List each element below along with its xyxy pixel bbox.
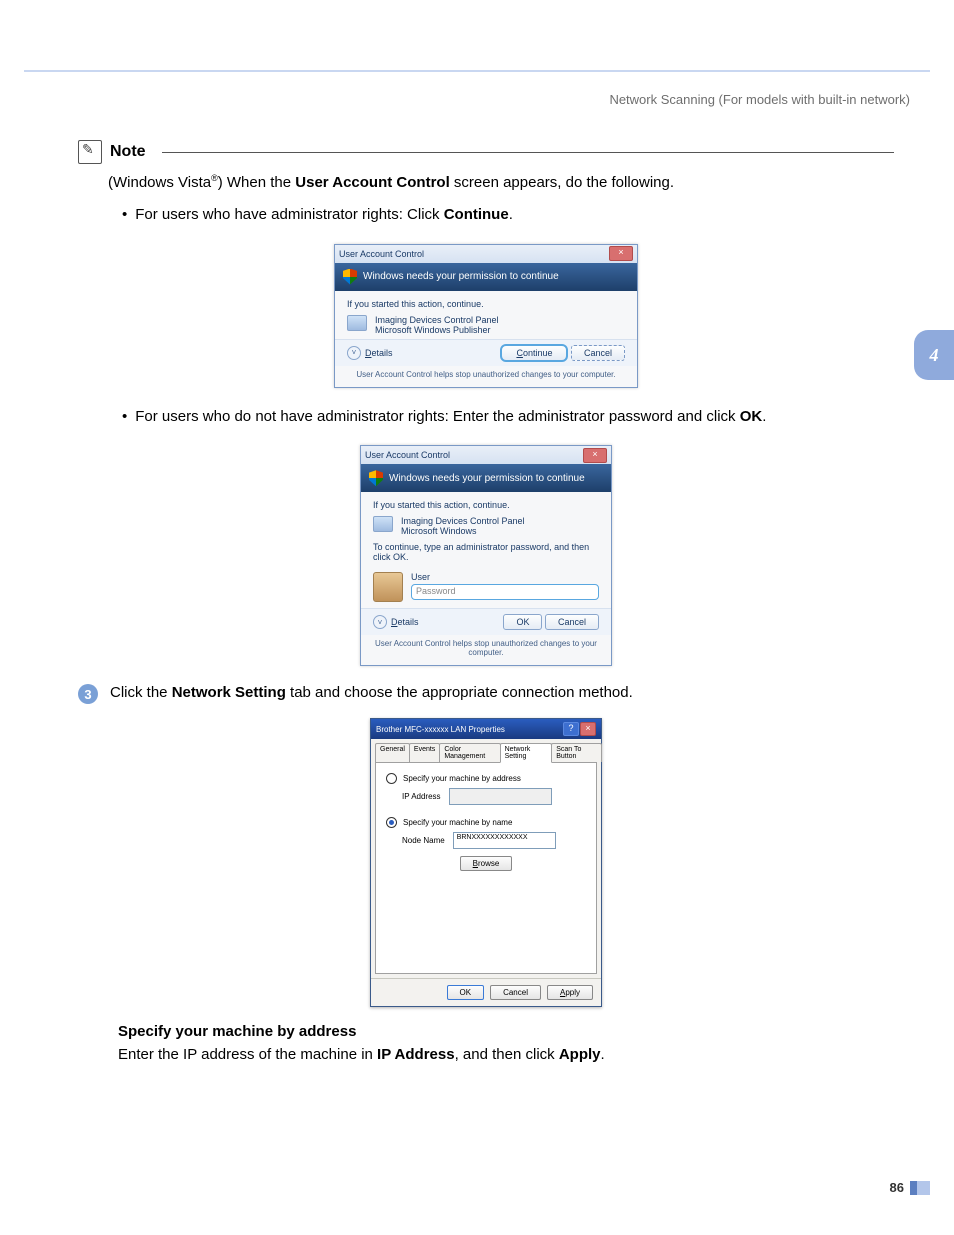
program-icon	[347, 315, 367, 331]
ip-address-field[interactable]	[449, 788, 552, 805]
help-icon[interactable]: ?	[563, 722, 579, 736]
page-header: Network Scanning (For models with built-…	[609, 92, 910, 107]
tab-events[interactable]: Events	[409, 743, 440, 762]
uac-publisher: Microsoft Windows Publisher	[375, 325, 499, 335]
close-icon[interactable]: ×	[609, 246, 633, 261]
props-title-text: Brother MFC-xxxxxx LAN Properties	[376, 725, 505, 734]
shield-icon	[343, 269, 357, 285]
uac-publisher: Microsoft Windows	[401, 526, 525, 536]
bullet-dot	[122, 204, 127, 226]
note-intro: (Windows Vista®) When the User Account C…	[108, 172, 894, 194]
uac-title: User Account Control	[365, 450, 450, 460]
uac-footnote: User Account Control helps stop unauthor…	[361, 635, 611, 665]
tab-general[interactable]: General	[375, 743, 410, 762]
node-name-label: Node Name	[402, 836, 445, 845]
section-heading: Specify your machine by address	[118, 1023, 894, 1040]
uac-footnote: User Account Control helps stop unauthor…	[335, 366, 637, 387]
note-icon	[78, 140, 102, 164]
radio-by-address-label: Specify your machine by address	[403, 774, 521, 783]
cancel-button[interactable]: Cancel	[545, 614, 599, 630]
ok-button[interactable]: OK	[447, 985, 485, 1000]
tab-network-setting[interactable]: Network Setting	[500, 743, 553, 763]
uac-program-name: Imaging Devices Control Panel	[375, 315, 499, 325]
details-toggle[interactable]: ˅ Details	[347, 346, 393, 360]
uac-dialog-admin: User Account Control × Windows needs you…	[334, 244, 638, 388]
top-divider	[24, 70, 930, 72]
step-number-bullet: 3	[78, 684, 98, 704]
cancel-button[interactable]: Cancel	[571, 345, 625, 361]
radio-by-name[interactable]	[386, 817, 397, 828]
tab-color-management[interactable]: Color Management	[439, 743, 500, 762]
close-icon[interactable]: ×	[580, 722, 596, 736]
note-label: Note	[110, 143, 146, 161]
browse-button[interactable]: Browse	[460, 856, 513, 871]
uac-dialog-nonadmin: User Account Control × Windows needs you…	[360, 445, 612, 666]
note-rule	[162, 152, 894, 153]
radio-by-name-label: Specify your machine by name	[403, 818, 512, 827]
uac-instruction: To continue, type an administrator passw…	[373, 542, 599, 562]
details-toggle[interactable]: ˅ Details	[373, 615, 419, 629]
page-number: 86	[890, 1180, 904, 1195]
shield-icon	[369, 470, 383, 486]
uac-ifstarted: If you started this action, continue.	[373, 500, 599, 510]
uac-program-name: Imaging Devices Control Panel	[401, 516, 525, 526]
uac-banner-text: Windows needs your permission to continu…	[363, 271, 559, 282]
close-icon[interactable]: ×	[583, 448, 607, 463]
uac-title: User Account Control	[339, 249, 424, 259]
continue-button[interactable]: Continue	[500, 344, 568, 362]
user-avatar-icon	[373, 572, 403, 602]
tab-scan-to-button[interactable]: Scan To Button	[551, 743, 602, 762]
password-field[interactable]: Password	[411, 584, 599, 600]
ip-address-label: IP Address	[402, 792, 441, 801]
chevron-down-icon: ˅	[373, 615, 387, 629]
section-body: Enter the IP address of the machine in I…	[118, 1046, 894, 1063]
footer-decoration	[910, 1181, 930, 1195]
step3-text: Click the Network Setting tab and choose…	[110, 684, 633, 704]
user-label: User	[411, 572, 599, 582]
radio-by-address[interactable]	[386, 773, 397, 784]
properties-dialog: Brother MFC-xxxxxx LAN Properties ? × Ge…	[370, 718, 602, 1007]
node-name-field[interactable]: BRNXXXXXXXXXXXX	[453, 832, 556, 849]
uac-banner-text: Windows needs your permission to continu…	[389, 473, 585, 484]
uac-ifstarted: If you started this action, continue.	[347, 299, 625, 309]
apply-button[interactable]: Apply	[547, 985, 593, 1000]
bullet-dot	[122, 406, 127, 428]
ok-button[interactable]: OK	[503, 614, 542, 630]
chapter-tab: 4	[914, 330, 954, 380]
cancel-button[interactable]: Cancel	[490, 985, 541, 1000]
program-icon	[373, 516, 393, 532]
chevron-down-icon: ˅	[347, 346, 361, 360]
bullet1-text: For users who have administrator rights:…	[135, 204, 513, 226]
bullet2-text: For users who do not have administrator …	[135, 406, 766, 428]
